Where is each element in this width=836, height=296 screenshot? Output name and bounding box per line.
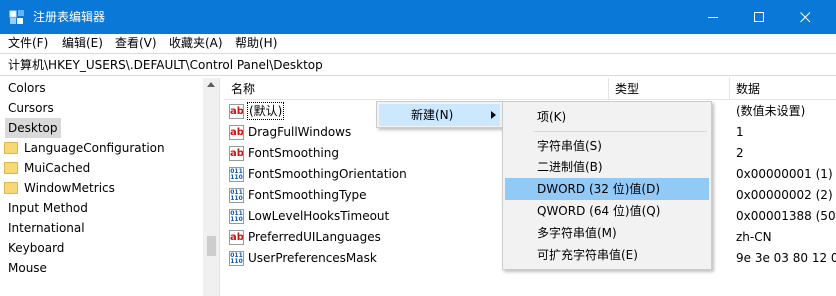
tree-item-label: Keyboard: [8, 241, 65, 255]
tree-item-mouse[interactable]: Mouse: [8, 258, 47, 278]
column-divider[interactable]: [729, 78, 730, 100]
menu-edit[interactable]: 编辑(E): [62, 35, 103, 52]
menu-item-dword-value[interactable]: DWORD (32 位)值(D): [505, 178, 709, 200]
menu-item-label: 字符串值(S): [537, 139, 602, 153]
menu-view[interactable]: 查看(V): [115, 35, 157, 52]
tree-item-cursors[interactable]: Cursors: [8, 98, 54, 118]
context-menu: 新建(N): [376, 101, 503, 128]
menu-separator: [533, 131, 707, 132]
value-name: LowLevelHooksTimeout: [248, 209, 390, 223]
menu-item-qword-value[interactable]: QWORD (64 位)值(Q): [505, 200, 709, 222]
tree-item-label: International: [8, 221, 85, 235]
tree-item-windowmetrics[interactable]: WindowMetrics: [4, 178, 115, 198]
value-name: PreferredUILanguages: [248, 230, 381, 244]
folder-icon: [4, 162, 18, 174]
tree-item-label: LanguageConfiguration: [24, 141, 165, 155]
tree-item-colors[interactable]: Colors: [8, 78, 46, 98]
tree-item-label: Colors: [8, 81, 46, 95]
column-divider[interactable]: [608, 78, 609, 100]
binary-value-icon: 011 110: [229, 209, 244, 224]
tree-scrollbar[interactable]: [203, 78, 219, 296]
menu-item-label: DWORD (32 位)值(D): [537, 182, 660, 196]
tree-item-international[interactable]: International: [8, 218, 85, 238]
tree-item-label: WindowMetrics: [24, 181, 115, 195]
tree-item-label: Mouse: [8, 261, 47, 275]
menu-file[interactable]: 文件(F): [8, 35, 48, 52]
value-name: FontSmoothingType: [248, 188, 367, 202]
scroll-up-icon[interactable]: [207, 82, 215, 87]
string-value-icon: ab: [229, 146, 244, 161]
menu-item-label: QWORD (64 位)值(Q): [537, 204, 661, 218]
value-data: 9e 3e 03 80 12 0: [736, 251, 836, 265]
column-header-name[interactable]: 名称: [231, 81, 255, 97]
new-submenu: 项(K) 字符串值(S) 二进制值(B) DWORD (32 位)值(D) QW…: [502, 101, 712, 270]
menu-item-label: 可扩充字符串值(E): [537, 248, 638, 262]
menu-item-expandable-string-value[interactable]: 可扩充字符串值(E): [505, 244, 709, 266]
tree-item-desktop[interactable]: Desktop: [5, 118, 61, 138]
menu-item-new[interactable]: 新建(N): [379, 104, 500, 126]
column-header-data[interactable]: 数据: [736, 81, 760, 97]
value-name: DragFullWindows: [248, 125, 352, 139]
window-title: 注册表编辑器: [33, 10, 106, 24]
folder-icon: [4, 182, 18, 194]
tree-item-languageconfiguration[interactable]: LanguageConfiguration: [4, 138, 165, 158]
tree-item-keyboard[interactable]: Keyboard: [8, 238, 64, 258]
address-bar[interactable]: 计算机\HKEY_USERS\.DEFAULT\Control Panel\De…: [0, 53, 836, 76]
chevron-right-icon: [491, 111, 496, 119]
maximize-icon: [753, 11, 764, 22]
tree-item-label: Input Method: [8, 201, 88, 215]
folder-icon: [4, 142, 18, 154]
value-data: 2: [736, 146, 744, 160]
menu-item-label: 二进制值(B): [537, 160, 603, 174]
column-header-type[interactable]: 类型: [615, 81, 639, 97]
menu-help[interactable]: 帮助(H): [235, 35, 277, 52]
value-name: FontSmoothing: [248, 146, 339, 160]
address-path[interactable]: 计算机\HKEY_USERS\.DEFAULT\Control Panel\De…: [8, 57, 323, 73]
value-data: 0x00000002 (2): [736, 188, 833, 202]
regedit-icon: [9, 10, 24, 24]
value-name: UserPreferencesMask: [248, 251, 377, 265]
menu-item-multi-string-value[interactable]: 多字符串值(M): [505, 222, 709, 244]
tree-item-muicached[interactable]: MuiCached: [4, 158, 90, 178]
scrollbar-thumb[interactable]: [207, 236, 216, 256]
menu-item-key[interactable]: 项(K): [505, 106, 709, 128]
minimize-button[interactable]: [690, 0, 736, 34]
value-data: 0x00000001 (1): [736, 167, 833, 181]
tree-item-label: Desktop: [8, 121, 58, 135]
title-bar: 注册表编辑器: [0, 0, 836, 34]
menu-item-label: 多字符串值(M): [537, 226, 617, 240]
tree-item-input-method[interactable]: Input Method: [8, 198, 88, 218]
binary-value-icon: 011 110: [229, 167, 244, 182]
value-data: zh-CN: [736, 230, 772, 244]
binary-value-icon: 011 110: [229, 188, 244, 203]
tree-item-label: MuiCached: [24, 161, 91, 175]
maximize-button[interactable]: [736, 0, 782, 34]
menu-item-label: 项(K): [537, 110, 567, 124]
value-name: (默认): [246, 102, 285, 120]
key-tree: Colors Cursors Desktop LanguageConfigura…: [3, 78, 220, 296]
string-value-icon: ab: [229, 104, 244, 119]
value-name: FontSmoothingOrientation: [248, 167, 407, 181]
string-value-icon: ab: [229, 125, 244, 140]
menu-item-string-value[interactable]: 字符串值(S): [505, 135, 709, 157]
binary-value-icon: 011 110: [229, 251, 244, 266]
value-data: 0x00001388 (500: [736, 209, 836, 223]
value-data: 1: [736, 125, 744, 139]
close-icon: [799, 11, 810, 22]
value-data: (数值未设置): [736, 104, 806, 118]
menu-favorites[interactable]: 收藏夹(A): [169, 35, 223, 52]
close-button[interactable]: [782, 0, 828, 34]
string-value-icon: ab: [229, 230, 244, 245]
menu-item-binary-value[interactable]: 二进制值(B): [505, 156, 709, 178]
list-header: 名称 类型 数据: [224, 78, 836, 100]
tree-item-label: Cursors: [8, 101, 54, 115]
menu-bar: 文件(F) 编辑(E) 查看(V) 收藏夹(A) 帮助(H): [0, 34, 836, 53]
minimize-icon: [707, 16, 718, 18]
menu-item-label: 新建(N): [411, 108, 454, 122]
